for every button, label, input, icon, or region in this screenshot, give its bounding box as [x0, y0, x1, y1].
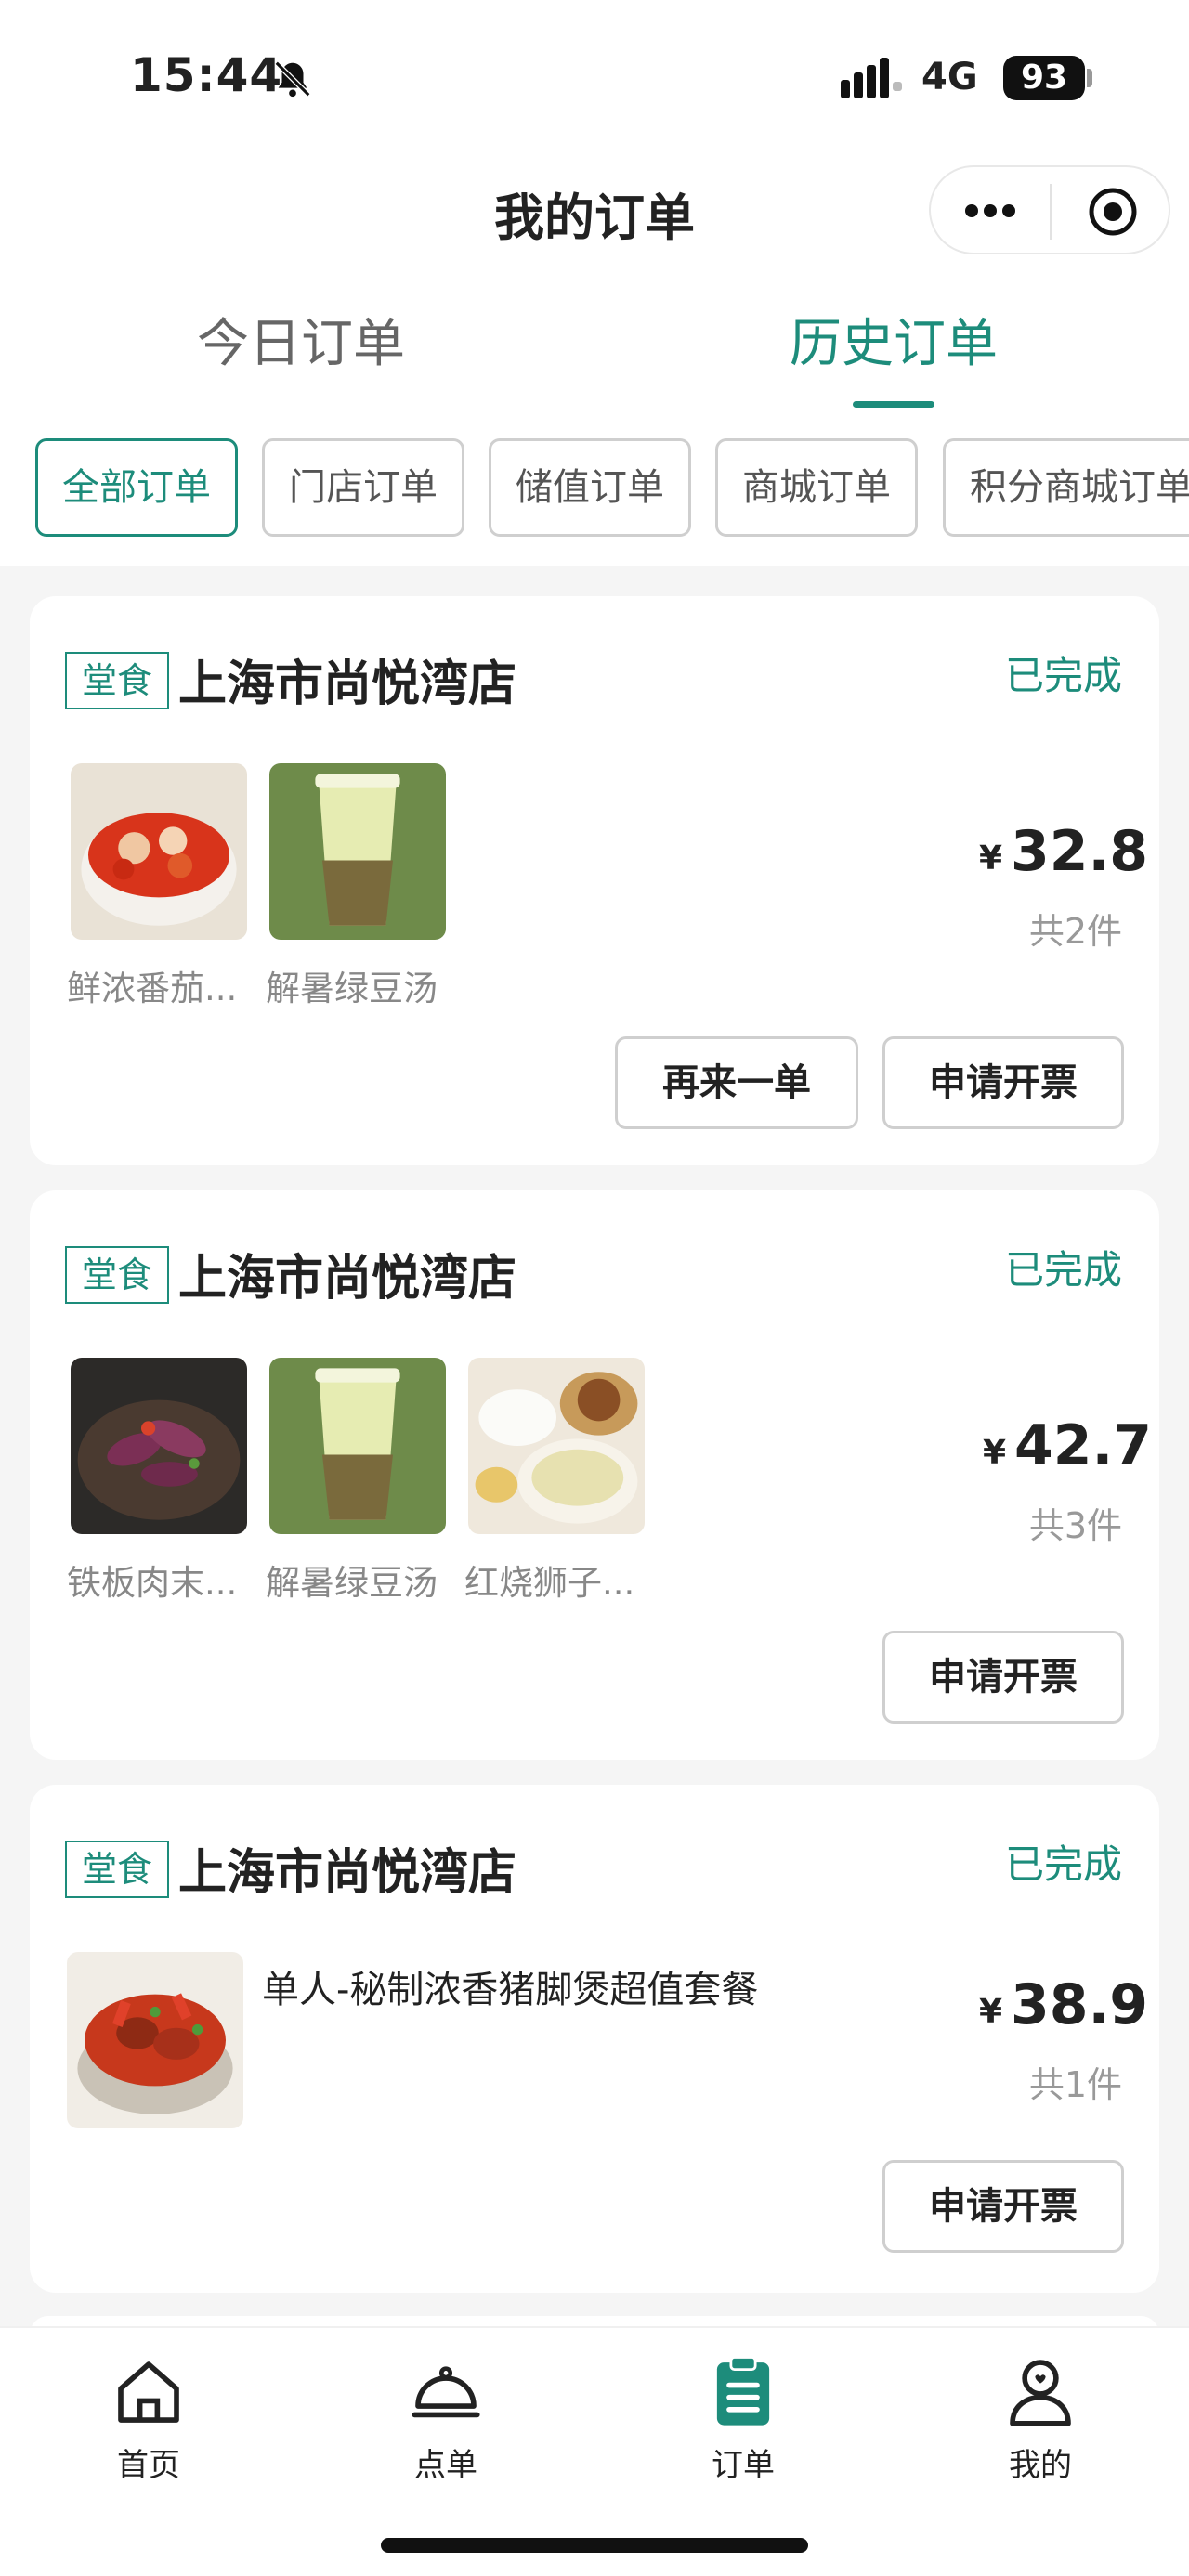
close-target-icon[interactable]: [1087, 186, 1139, 238]
mung-bean-soup-image: [269, 763, 446, 940]
nav-label: 点单: [414, 2447, 477, 2484]
nav-label: 我的: [1009, 2447, 1072, 2484]
capsule-divider: [1050, 184, 1052, 240]
muted-bell-icon: [274, 60, 311, 98]
item-count: 共1件: [1028, 2064, 1122, 2105]
store-name: 上海市尚悦湾店: [178, 1845, 517, 1901]
nav-item-home[interactable]: 首页: [74, 2350, 223, 2485]
eggplant-dish-image: [71, 1358, 247, 1534]
filter-store-orders[interactable]: 门店订单: [262, 438, 464, 537]
network-type: 4G: [921, 56, 978, 98]
filter-stored-value-orders[interactable]: 储值订单: [489, 438, 691, 537]
meatball-set-image: [468, 1358, 645, 1534]
store-name: 上海市尚悦湾店: [178, 657, 517, 712]
nav-item-orders[interactable]: 订单: [669, 2350, 817, 2485]
reorder-button[interactable]: 再来一单: [615, 1036, 858, 1129]
battery-indicator: 93: [1003, 56, 1085, 100]
profile-icon: [1010, 2360, 1071, 2426]
order-status: 已完成: [1004, 1841, 1122, 1887]
currency-symbol: ¥: [983, 1434, 1007, 1472]
status-time: 15:44: [130, 48, 283, 102]
clipboard-icon: [716, 2356, 770, 2426]
filter-all-orders[interactable]: 全部订单: [35, 438, 238, 537]
nav-item-profile[interactable]: 我的: [966, 2350, 1115, 2485]
nav-item-order-food[interactable]: 点单: [372, 2350, 520, 2485]
filter-mall-orders[interactable]: 商城订单: [715, 438, 918, 537]
item-count: 共2件: [1028, 911, 1122, 952]
nav-label: 订单: [712, 2447, 775, 2484]
active-tab-indicator: [853, 401, 934, 408]
dine-in-badge: 堂食: [65, 1841, 169, 1898]
item-count: 共3件: [1028, 1505, 1122, 1546]
store-name: 上海市尚悦湾店: [178, 1251, 517, 1307]
mini-program-capsule: [929, 165, 1170, 254]
home-icon: [118, 2361, 179, 2423]
item-name: 解暑绿豆汤: [266, 969, 438, 1008]
order-total: 42.7: [1014, 1413, 1153, 1478]
request-invoice-button[interactable]: 申请开票: [882, 1631, 1124, 1724]
item-name: 红烧狮子...: [464, 1563, 635, 1603]
mung-bean-soup-image: [269, 1358, 446, 1534]
request-invoice-button[interactable]: 申请开票: [882, 2160, 1124, 2253]
dine-in-badge: 堂食: [65, 652, 169, 709]
nav-label: 首页: [117, 2447, 180, 2484]
order-total: 38.9: [1011, 1972, 1149, 2037]
battery-tip: [1087, 69, 1092, 87]
order-card[interactable]: 堂食 上海市尚悦湾店 已完成 单人-秘制浓香猪脚煲超值套餐 ¥ 38.9 共1件…: [30, 1785, 1159, 2293]
order-status: 已完成: [1004, 653, 1122, 698]
item-name: 单人-秘制浓香猪脚煲超值套餐: [262, 1969, 759, 2011]
tab-history-orders[interactable]: 历史订单: [790, 302, 998, 377]
home-indicator: [381, 2538, 808, 2553]
tomato-dish-image: [71, 763, 247, 940]
request-invoice-button[interactable]: 申请开票: [882, 1036, 1124, 1129]
pork-trotter-pot-image: [67, 1952, 243, 2128]
item-name: 铁板肉末...: [67, 1563, 238, 1603]
currency-symbol: ¥: [979, 839, 1003, 878]
cloche-icon: [412, 2366, 480, 2418]
more-icon[interactable]: [962, 199, 1018, 223]
status-bar: 15:44 4G 93: [0, 0, 1189, 158]
order-card[interactable]: 堂食 上海市尚悦湾店 已完成 鲜浓番茄... 解暑绿豆汤 ¥ 32.8 共2件 …: [30, 596, 1159, 1165]
order-card[interactable]: 堂食 上海市尚悦湾店 已完成 铁板肉末... 解暑绿豆汤 红烧狮子... ¥ 4…: [30, 1190, 1159, 1760]
order-status: 已完成: [1004, 1247, 1122, 1293]
order-total: 32.8: [1011, 819, 1149, 884]
item-name: 解暑绿豆汤: [266, 1563, 438, 1603]
filter-points-mall-orders[interactable]: 积分商城订单: [943, 438, 1189, 537]
tab-today-orders[interactable]: 今日订单: [197, 302, 405, 377]
item-name: 鲜浓番茄...: [67, 969, 238, 1008]
signal-icon: [841, 58, 902, 98]
dine-in-badge: 堂食: [65, 1246, 169, 1304]
currency-symbol: ¥: [979, 1993, 1003, 2031]
